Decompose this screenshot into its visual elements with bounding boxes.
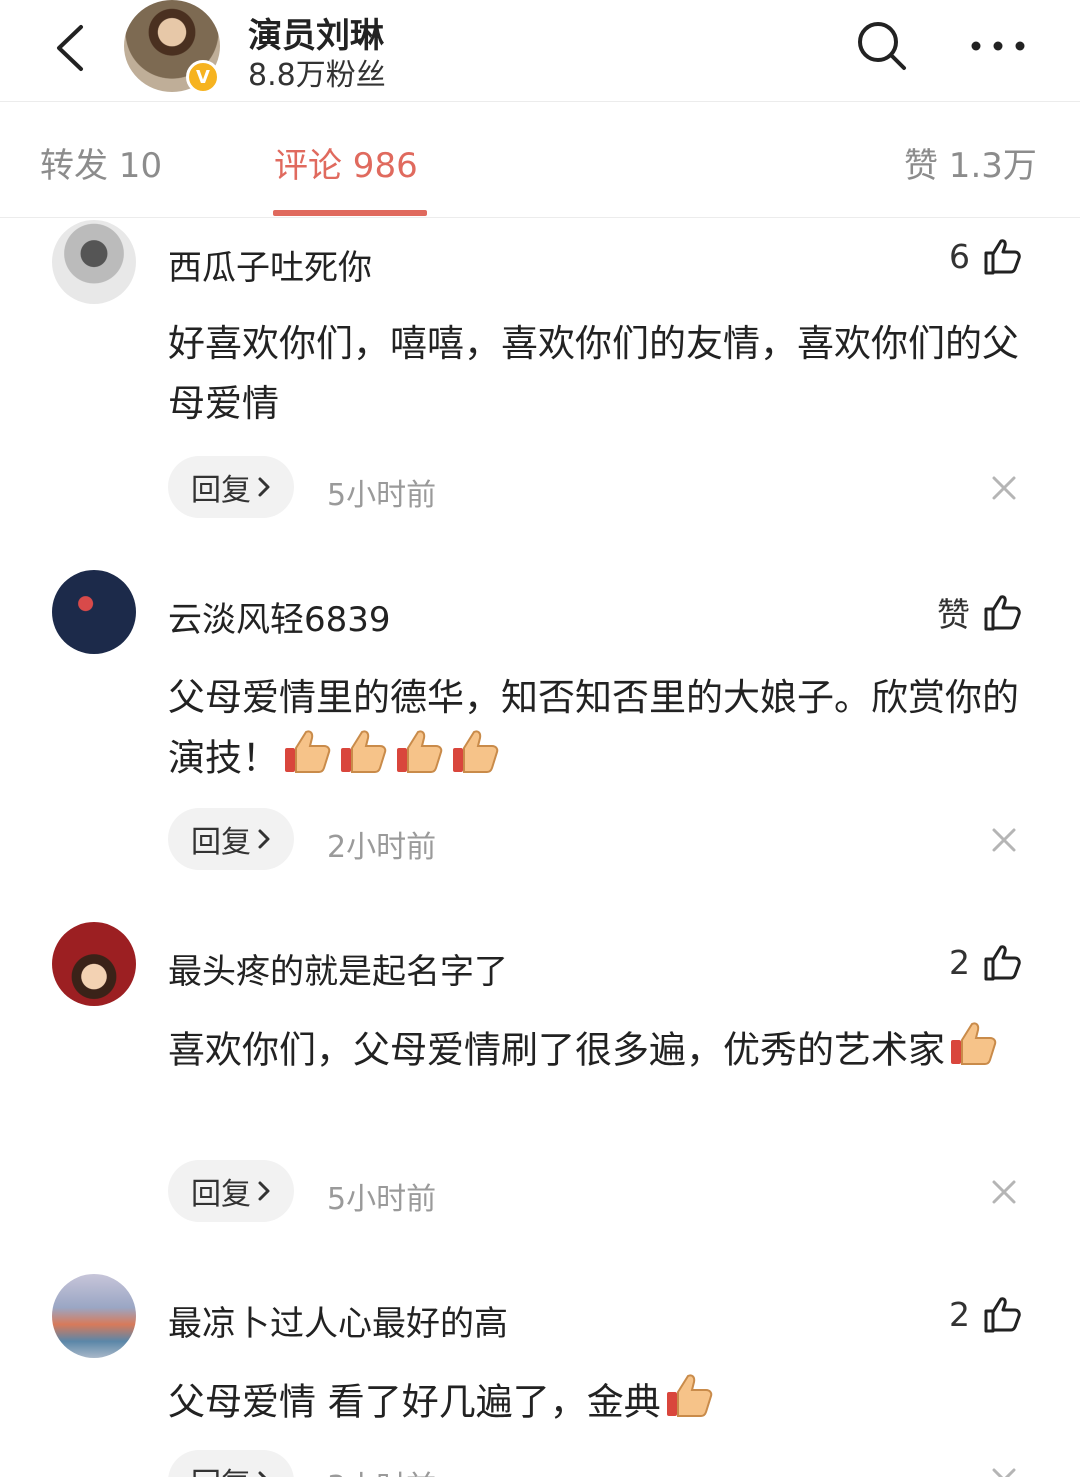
more-button[interactable] [966,16,1030,76]
avatar[interactable] [52,570,136,654]
reply-button[interactable]: 回复 [168,808,294,870]
avatar[interactable] [52,1274,136,1358]
chevron-right-icon [258,1181,270,1201]
search-icon [858,22,906,70]
reply-button[interactable]: 回复 [168,1450,294,1477]
comment-text: 父母爱情里的德华，知否知否里的大娘子。欣赏你的演技！ [168,668,1028,792]
close-icon [992,1468,1016,1477]
like-button[interactable]: 2 [949,1294,1022,1334]
chevron-left-icon [57,25,83,71]
more-icon [971,41,1025,51]
avatar[interactable] [52,922,136,1006]
comment-item: 西瓜子吐死你 6 好喜欢你们，嘻嘻，喜欢你们的友情，喜欢你们的父母爱情 回复 5… [0,218,1080,558]
reply-label: 回复 [191,1459,251,1477]
dismiss-button[interactable] [986,1174,1022,1210]
dismiss-button[interactable] [986,470,1022,506]
search-button[interactable] [852,16,912,76]
thumbs-up-icon [984,595,1021,631]
like-button[interactable]: 2 [949,942,1022,982]
reply-label: 回复 [191,825,251,860]
fans-count: 8.8万粉丝 [248,58,386,93]
close-icon [992,828,1016,852]
tab-repost[interactable]: 转发 10 [40,138,162,187]
comment-text: 喜欢你们，父母爱情刷了很多遍，优秀的艺术家 [168,1020,1028,1084]
back-button[interactable] [40,18,100,78]
like-count: 6 [949,236,970,276]
thumbs-up-icon [984,239,1021,275]
avatar[interactable] [52,220,136,304]
comment-time: 3小时前 [327,1462,436,1477]
comment-username[interactable]: 云淡风轻6839 [168,592,391,641]
verified-badge-icon: V [186,60,220,94]
comment-time: 5小时前 [327,478,437,513]
like-count: 2 [949,942,970,982]
reply-button[interactable]: 回复 [168,1160,294,1222]
reply-label: 回复 [191,473,251,508]
top-bar: V 演员刘琳 8.8万粉丝 [0,0,1080,102]
thumbs-up-emoji-group [279,730,503,780]
tab-comments[interactable]: 评论 986 [274,138,418,187]
thumbs-up-emoji [283,728,331,792]
comment-time: 2小时前 [327,830,437,865]
tab-bar: 转发 10 评论 986 赞 1.3万 [0,102,1080,218]
comment-item: 最头疼的就是起名字了 2 喜欢你们，父母爱情刷了很多遍，优秀的艺术家 回复 5小… [0,922,1080,1262]
thumbs-up-emoji [395,728,443,792]
comment-username[interactable]: 最凉卜过人心最好的高 [168,1296,508,1345]
comment-time: 5小时前 [327,1182,437,1217]
reply-button[interactable]: 回复 [168,456,294,518]
chevron-right-icon [258,829,270,849]
comment-text: 父母爱情 看了好几遍了，金典 [168,1372,1028,1436]
comment-item: 最凉卜过人心最好的高 2 父母爱情 看了好几遍了，金典 回复 3小时前 [0,1274,1080,1477]
dismiss-button[interactable] [986,1462,1022,1477]
comment-text-content: 父母爱情 看了好几遍了，金典 [168,1380,661,1424]
comment-text: 好喜欢你们，嘻嘻，喜欢你们的友情，喜欢你们的父母爱情 [168,322,1019,425]
like-button[interactable]: 赞 [937,588,1022,636]
close-icon [992,476,1016,500]
dismiss-button[interactable] [986,822,1022,858]
chevron-right-icon [258,1471,267,1477]
like-count: 赞 [937,595,970,634]
comment-item: 云淡风轻6839 赞 父母爱情里的德华，知否知否里的大娘子。欣赏你的演技！ 回复… [0,570,1080,910]
comment-username[interactable]: 西瓜子吐死你 [168,240,372,289]
thumbs-up-icon [984,1297,1021,1333]
like-count: 2 [949,1294,970,1334]
tab-likes[interactable]: 赞 1.3万 [904,138,1037,187]
thumbs-up-emoji [665,1372,713,1436]
comment-username[interactable]: 最头疼的就是起名字了 [168,944,508,993]
thumbs-up-icon [984,945,1021,981]
thumbs-up-emoji [339,728,387,792]
comment-text-content: 喜欢你们，父母爱情刷了很多遍，优秀的艺术家 [168,1028,945,1072]
close-icon [992,1180,1016,1204]
reply-label: 回复 [191,1177,251,1212]
thumbs-up-emoji [451,728,499,792]
chevron-right-icon [258,477,270,497]
like-button[interactable]: 6 [949,236,1022,276]
active-tab-indicator [273,210,427,216]
thumbs-up-emoji [949,1020,997,1084]
